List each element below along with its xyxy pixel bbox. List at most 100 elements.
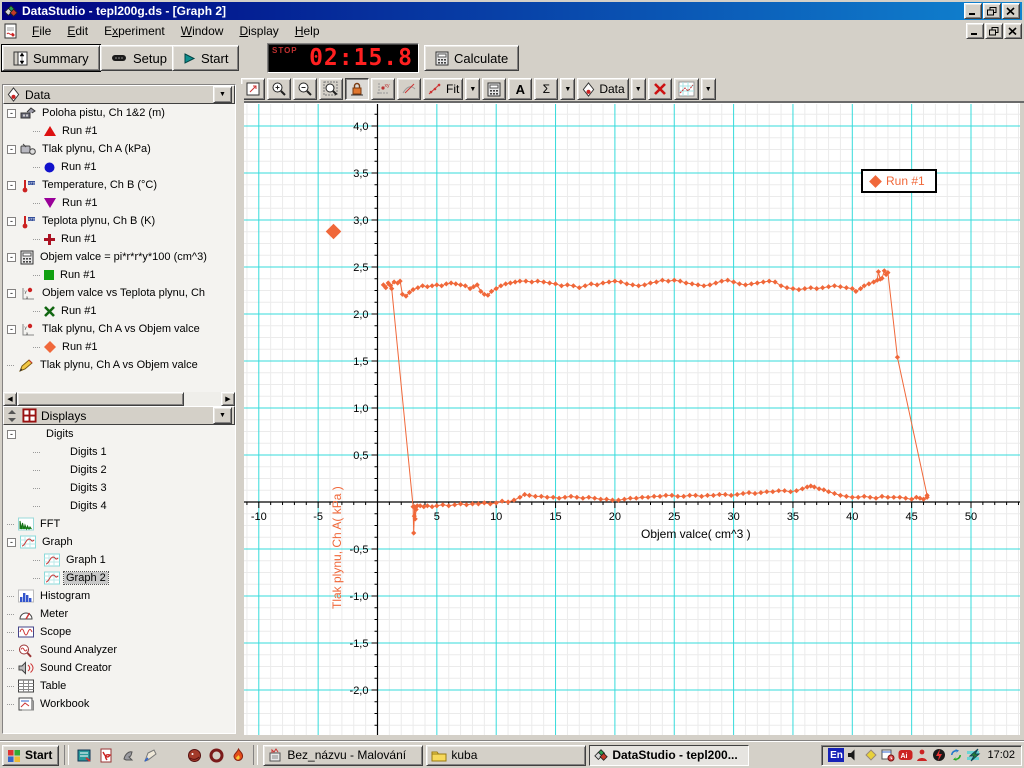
bird-icon[interactable] — [118, 745, 138, 765]
task-button-datastudio-tepl200-[interactable]: DataStudio - tepl200... — [589, 744, 750, 766]
tree-item-digits[interactable]: -3.14 Digits — [3, 425, 235, 443]
calculate-button[interactable]: Calculate — [424, 45, 520, 71]
tree-item-run-1[interactable]: Run #1 — [3, 122, 235, 140]
x-axis-label[interactable]: Objem valce( cm^3 ) — [641, 527, 751, 541]
calculator-icon[interactable] — [162, 745, 182, 765]
menu-file[interactable]: File — [24, 21, 59, 41]
tree-item-table[interactable]: Table — [3, 677, 235, 695]
data-menu-button[interactable]: Data — [577, 78, 629, 100]
tree-item-graph-1[interactable]: Graph 1 — [3, 551, 235, 569]
statistics-button[interactable]: Σ — [534, 78, 559, 100]
legend[interactable]: Run #1 — [861, 169, 937, 193]
tree-item-workbook[interactable]: Workbook — [3, 695, 235, 713]
menu-window[interactable]: Window — [173, 21, 232, 41]
tree-item-run-1[interactable]: Run #1 — [3, 266, 235, 284]
expand-toggle[interactable]: - — [7, 180, 16, 190]
tree-item-objem-valce-vs-teplota-plynu-ch[interactable]: - y x Objem valce vs Teplota plynu, Ch — [3, 284, 235, 302]
tree-item-tlak-plynu-ch-a-vs-objem-valce[interactable]: - y x Tlak plynu, Ch A vs Objem valce — [3, 320, 235, 338]
tree-item-objem-valce-pi-r-r-y-100-cm-3-[interactable]: - Objem valce = pi*r*r*y*100 (cm^3) — [3, 248, 235, 266]
zoom-select-button[interactable] — [319, 78, 343, 100]
tree-item-fft[interactable]: FFT — [3, 515, 235, 533]
notes-icon[interactable] — [74, 745, 94, 765]
tree-item-digits-2[interactable]: 3.14 Digits 2 — [3, 461, 235, 479]
fit-menu-button-dropdown[interactable]: ▼ — [465, 78, 481, 100]
red-man-icon[interactable] — [914, 747, 930, 763]
tree-item-scope[interactable]: Scope — [3, 623, 235, 641]
zoom-out-button[interactable] — [293, 78, 317, 100]
expand-toggle[interactable]: - — [7, 324, 16, 334]
dragon-icon[interactable] — [184, 745, 204, 765]
graph-settings-button-dropdown[interactable]: ▼ — [700, 78, 716, 100]
zoom-lock-button[interactable] — [345, 78, 369, 100]
expand-toggle[interactable]: - — [7, 144, 16, 154]
menu-help[interactable]: Help — [287, 21, 328, 41]
data-tree-hscrollbar[interactable]: ◀ ▶ — [3, 392, 235, 406]
tree-item-poloha-pistu-ch-1-2-m-[interactable]: - Poloha pistu, Ch 1&2 (m) — [3, 104, 235, 122]
modem-icon[interactable] — [965, 747, 981, 763]
menu-experiment[interactable]: Experiment — [96, 21, 173, 41]
tree-item-run-1[interactable]: Run #1 — [3, 230, 235, 248]
graph-settings-button[interactable] — [673, 78, 699, 100]
setup-button[interactable]: Setup — [100, 45, 178, 71]
scheduler-icon[interactable] — [880, 747, 896, 763]
volume-icon[interactable] — [846, 747, 862, 763]
tree-item-teplota-plynu-ch-b-k-[interactable]: - KTD Teplota plynu, Ch B (K) — [3, 212, 235, 230]
scroll-right-button[interactable]: ▶ — [221, 392, 235, 406]
expand-toggle[interactable]: - — [7, 252, 16, 262]
tree-item-sound-creator[interactable]: Sound Creator — [3, 659, 235, 677]
child-restore-button[interactable] — [985, 23, 1003, 39]
series-line-upper-isotherm-and-right-drop[interactable] — [383, 269, 928, 496]
lightning-icon[interactable] — [931, 747, 947, 763]
title-bar[interactable]: DataStudio - tepl200g.ds - [Graph 2] — [2, 2, 1022, 20]
tree-item-run-1[interactable]: Run #1 — [3, 302, 235, 320]
sync-arrows-icon[interactable] — [948, 747, 964, 763]
chart-canvas[interactable]: -10 -5 5 10 15 20 25 30 35 40 45 50 4,0 3,5 3,0 2,5 2,0 1… — [244, 104, 1020, 735]
summary-button[interactable]: Summary — [1, 44, 101, 72]
close-button[interactable] — [1002, 3, 1020, 19]
yellow-diamond-icon[interactable] — [863, 747, 879, 763]
y-axis-label[interactable]: Tlak plynu, Ch A( kPa ) — [330, 486, 344, 609]
acrobat-icon[interactable] — [96, 745, 116, 765]
text-annotation-button[interactable]: A — [508, 78, 533, 100]
graph-display[interactable]: -10 -5 5 10 15 20 25 30 35 40 45 50 4,0 3,5 3,0 2,5 2,0 1… — [244, 103, 1020, 735]
slope-tool-button[interactable] — [397, 78, 421, 100]
tree-item-histogram[interactable]: Histogram — [3, 587, 235, 605]
start-recording-button[interactable]: Start — [172, 45, 240, 71]
fit-menu-button[interactable]: Fit — [423, 78, 464, 100]
calculate-tool-button[interactable] — [482, 78, 507, 100]
tree-item-graph[interactable]: - Graph — [3, 533, 235, 551]
smart-tool-button[interactable]: xy — [371, 78, 395, 100]
panel-splitter-icon[interactable] — [6, 409, 18, 423]
tree-item-graph-2[interactable]: Graph 2 — [3, 569, 235, 587]
tree-item-run-1[interactable]: Run #1 — [3, 338, 235, 356]
data-panel-header[interactable]: Data ▼ — [3, 85, 235, 104]
minimize-button[interactable] — [964, 3, 982, 19]
expand-toggle[interactable]: - — [7, 537, 16, 547]
menu-edit[interactable]: Edit — [59, 21, 96, 41]
displays-panel-dropdown[interactable]: ▼ — [213, 407, 232, 424]
start-menu-button[interactable]: Start — [2, 744, 60, 766]
tree-item-temperature-ch-b-c-[interactable]: - KTD Temperature, Ch B (°C) — [3, 176, 235, 194]
scale-to-fit-button[interactable] — [241, 78, 265, 100]
opera-icon[interactable] — [206, 745, 226, 765]
scroll-left-button[interactable]: ◀ — [3, 392, 17, 406]
task-button-kuba[interactable]: kuba — [426, 744, 587, 766]
expand-toggle[interactable]: - — [7, 216, 16, 226]
delete-button[interactable] — [647, 78, 672, 100]
series-markers-left-drop-and-lower-isotherm[interactable] — [389, 286, 930, 536]
data-panel-dropdown[interactable]: ▼ — [213, 86, 232, 103]
tree-item-digits-3[interactable]: 3.14 Digits 3 — [3, 479, 235, 497]
tree-item-tlak-plynu-ch-a-kpa-[interactable]: - Tlak plynu, Ch A (kPa) — [3, 140, 235, 158]
fire-icon[interactable] — [228, 745, 248, 765]
tree-item-tlak-plynu-ch-a-vs-objem-valce[interactable]: Tlak plynu, Ch A vs Objem valce — [3, 356, 235, 374]
statistics-button-dropdown[interactable]: ▼ — [560, 78, 576, 100]
displays-panel-header[interactable]: Displays ▼ — [3, 406, 235, 425]
tree-item-run-1[interactable]: Run #1 — [3, 194, 235, 212]
zoom-in-button[interactable] — [267, 78, 291, 100]
task-button-bez-n-zvu-malov-n-[interactable]: Bez_názvu - Malování — [263, 744, 424, 766]
scroll-thumb[interactable] — [17, 392, 185, 406]
expand-toggle[interactable]: - — [7, 429, 16, 439]
language-indicator[interactable]: En — [828, 748, 845, 762]
expand-toggle[interactable]: - — [7, 108, 16, 118]
menu-display[interactable]: Display — [231, 21, 286, 41]
